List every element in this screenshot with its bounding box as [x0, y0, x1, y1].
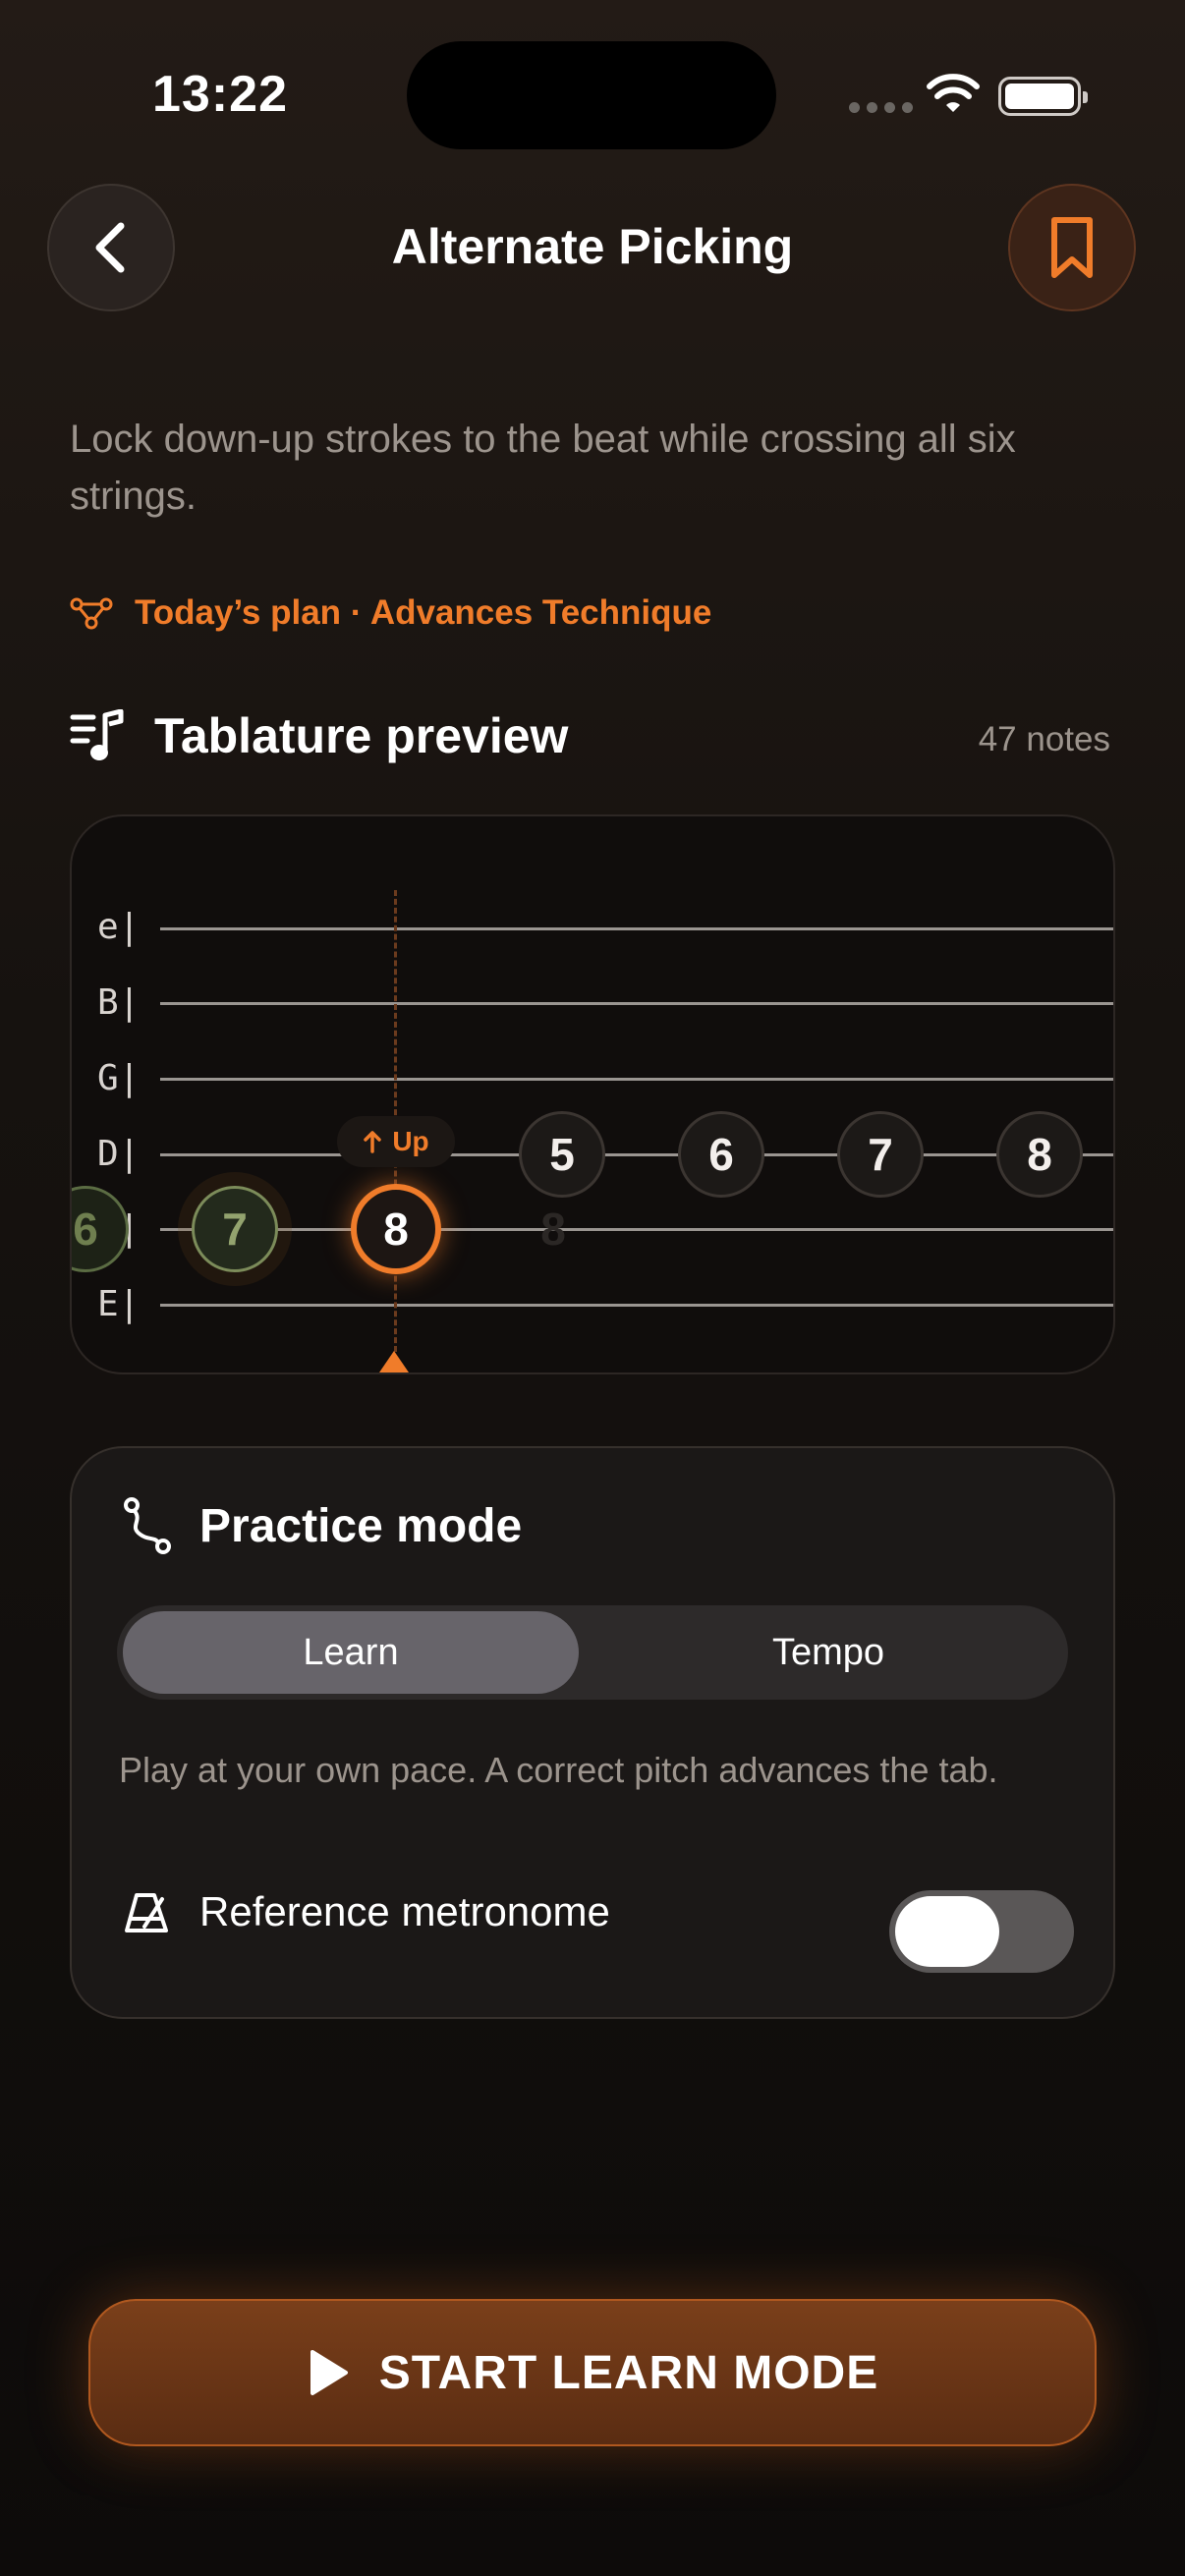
start-learn-mode-button[interactable]: START LEARN MODE: [88, 2299, 1097, 2446]
mode-learn-segment[interactable]: Learn: [123, 1611, 579, 1694]
tab-note: 6: [72, 1186, 129, 1272]
plan-label: Today’s plan · Advances Technique: [135, 593, 712, 632]
string-label-d: D|: [97, 1134, 141, 1174]
string-line-g: [160, 1078, 1113, 1081]
pick-direction-badge: Up: [337, 1116, 455, 1167]
battery-icon: [998, 77, 1088, 116]
tab-section-header: Tablature preview: [70, 707, 568, 764]
plan-nodes-icon: [70, 597, 113, 630]
playhead-marker: [379, 1351, 409, 1372]
mode-tempo-segment[interactable]: Tempo: [594, 1611, 1062, 1694]
tab-note: 7: [192, 1186, 278, 1272]
bookmark-icon: [1051, 217, 1093, 278]
string-label-b: B|: [97, 982, 141, 1023]
pick-direction-label: Up: [392, 1126, 429, 1156]
tab-note: 6: [678, 1111, 764, 1198]
tab-note: 8: [540, 1204, 566, 1255]
string-line-a: [160, 1228, 1113, 1231]
string-label-g: G|: [97, 1058, 141, 1098]
string-line-low-e: [160, 1304, 1113, 1307]
practice-mode-title: Practice mode: [199, 1499, 523, 1552]
tab-note: 7: [837, 1111, 924, 1198]
cellular-signal-icon: [849, 102, 913, 113]
string-line-d: [160, 1153, 1113, 1156]
music-list-icon: [70, 709, 124, 760]
active-tab-note: 8: [351, 1184, 441, 1274]
dynamic-island: [407, 41, 776, 149]
arrow-up-icon: [364, 1131, 382, 1153]
route-icon: [124, 1497, 171, 1554]
lesson-description: Lock down-up strokes to the beat while c…: [70, 418, 1016, 518]
toggle-knob: [895, 1896, 999, 1967]
todays-plan: Today’s plan · Advances Technique: [70, 593, 711, 633]
tab-note: 5: [519, 1111, 605, 1198]
metronome-label: Reference metronome: [199, 1888, 610, 1934]
mode-description: Play at your own pace. A correct pitch a…: [119, 1750, 998, 1790]
string-label-e: e|: [97, 907, 141, 947]
metronome-row: Reference metronome: [123, 1888, 610, 1935]
status-time: 13:22: [152, 66, 288, 123]
tablature-preview[interactable]: e| B| G| D| A| E| 6 7 8 8 Up 5 6 7 8: [70, 814, 1115, 1374]
practice-mode-header: Practice mode: [123, 1497, 522, 1554]
metronome-icon: [125, 1893, 168, 1932]
bookmark-button[interactable]: [1008, 184, 1136, 311]
play-icon: [310, 2350, 348, 2395]
practice-mode-card: Practice mode Learn Tempo Play at your o…: [70, 1446, 1115, 2019]
wifi-icon: [927, 74, 980, 112]
tab-section-title: Tablature preview: [154, 708, 569, 763]
string-label-low-e: E|: [97, 1284, 141, 1324]
string-line-e: [160, 927, 1113, 930]
note-count: 47 notes: [978, 720, 1110, 758]
start-button-label: START LEARN MODE: [378, 2346, 879, 2399]
string-line-b: [160, 1002, 1113, 1005]
metronome-toggle[interactable]: [889, 1890, 1074, 1973]
mode-segmented-control: Learn Tempo: [117, 1605, 1068, 1700]
tab-note: 8: [996, 1111, 1083, 1198]
